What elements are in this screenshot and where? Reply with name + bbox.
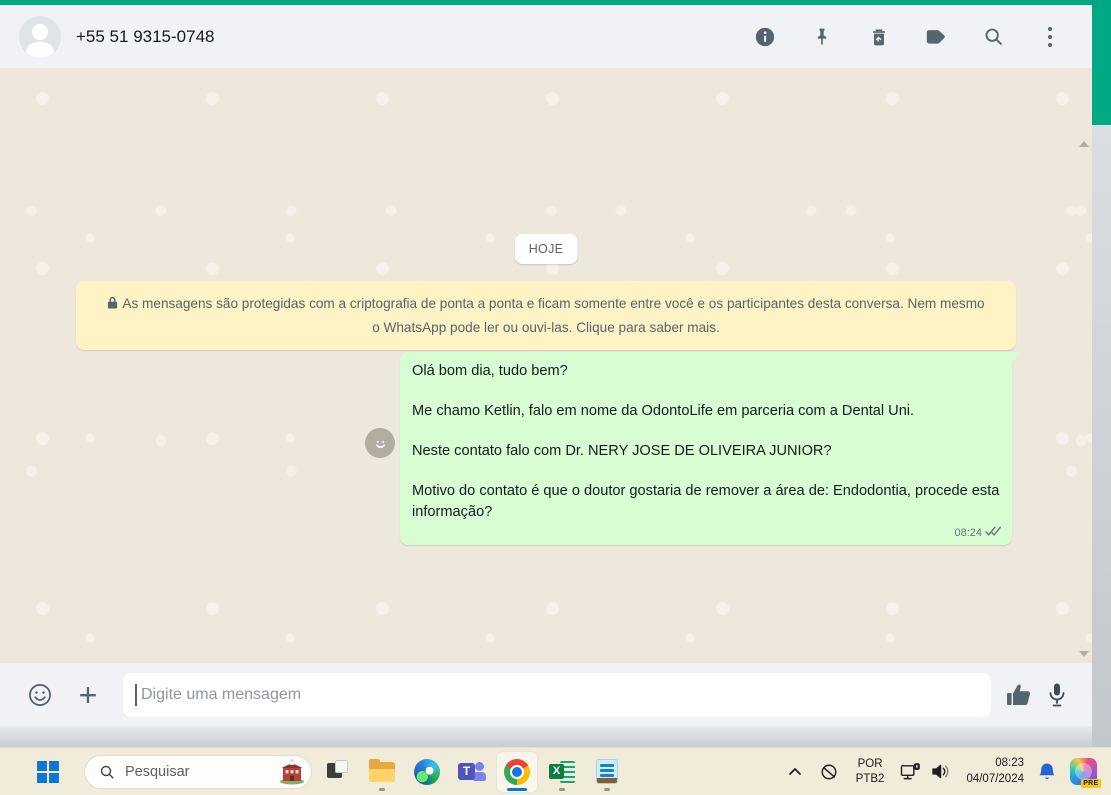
bubble-tail bbox=[1012, 352, 1020, 363]
speaker-icon[interactable] bbox=[931, 763, 952, 780]
message-time: 08:24 bbox=[954, 527, 982, 539]
chrome-button[interactable] bbox=[497, 751, 537, 792]
message-input[interactable] bbox=[123, 672, 991, 717]
task-view-button[interactable] bbox=[317, 752, 357, 792]
chat-header: +55 51 9315-0748 bbox=[0, 5, 1092, 68]
system-tray: POR PTB2 08:23 04/07/2024 PRE bbox=[788, 756, 1103, 788]
message-paragraph: Me chamo Ketlin, falo em nome da OdontoL… bbox=[412, 403, 915, 419]
encryption-notice[interactable]: As mensagens são protegidas com a cripto… bbox=[76, 281, 1016, 350]
window-bottom-edge bbox=[0, 726, 1111, 747]
microphone-icon[interactable] bbox=[1048, 682, 1066, 708]
notepad-button[interactable] bbox=[587, 752, 627, 792]
delete-chat-icon[interactable] bbox=[867, 25, 891, 49]
do-not-disturb-icon[interactable] bbox=[820, 763, 838, 781]
search-icon[interactable] bbox=[981, 25, 1005, 49]
network-icon[interactable] bbox=[900, 762, 921, 781]
file-explorer-button[interactable] bbox=[362, 752, 402, 792]
file-explorer-icon bbox=[369, 758, 395, 782]
chrome-icon bbox=[504, 758, 530, 785]
message-bubble: Olá bom dia, tudo bem? Me chamo Ketlin, … bbox=[400, 352, 1020, 545]
start-button[interactable] bbox=[28, 752, 68, 792]
tray-date: 04/07/2024 bbox=[966, 772, 1024, 785]
label-icon[interactable] bbox=[924, 25, 948, 49]
react-emoji-button[interactable] bbox=[365, 428, 395, 458]
message-input-wrap bbox=[123, 672, 991, 717]
language-indicator[interactable]: POR PTB2 bbox=[856, 757, 885, 787]
tray-chevron-icon[interactable] bbox=[788, 767, 802, 776]
contact-avatar[interactable] bbox=[19, 15, 61, 58]
thumbs-up-icon[interactable] bbox=[1006, 683, 1032, 707]
right-edge-strip bbox=[1092, 125, 1111, 747]
notepad-icon bbox=[596, 759, 618, 784]
excel-icon: X bbox=[549, 760, 575, 784]
scrollbar-down-arrow[interactable] bbox=[1079, 651, 1089, 657]
teams-icon: T bbox=[458, 759, 486, 785]
emoji-picker-icon[interactable] bbox=[27, 682, 53, 708]
attach-plus-icon[interactable]: + bbox=[74, 679, 102, 711]
chat-header-actions bbox=[753, 25, 1062, 49]
menu-kebab-icon[interactable] bbox=[1038, 25, 1062, 49]
copilot-pre-badge: PRE bbox=[1080, 779, 1101, 788]
outgoing-message-row: Olá bom dia, tudo bem? Me chamo Ketlin, … bbox=[365, 352, 1020, 545]
delivered-checkmarks-icon bbox=[985, 526, 1002, 540]
date-divider: HOJE bbox=[514, 234, 578, 264]
windows-logo-icon bbox=[37, 760, 59, 783]
scrollbar-up-arrow[interactable] bbox=[1079, 141, 1089, 147]
chat-scroll-area[interactable]: HOJE As mensagens são protegidas com a c… bbox=[0, 68, 1092, 663]
encryption-notice-text: As mensagens são protegidas com a cripto… bbox=[122, 296, 985, 335]
screen: +55 51 9315-0748 HOJE As mensagens são p… bbox=[0, 0, 1111, 795]
notification-bell-icon[interactable] bbox=[1038, 762, 1056, 782]
right-accent-strip bbox=[1092, 0, 1111, 125]
message-composer: + bbox=[0, 663, 1092, 726]
tray-time: 08:23 bbox=[995, 756, 1024, 769]
info-icon[interactable] bbox=[753, 25, 777, 49]
top-accent-bar bbox=[0, 0, 1111, 5]
clock-date[interactable]: 08:23 04/07/2024 bbox=[966, 756, 1024, 787]
copilot-icon[interactable]: PRE bbox=[1070, 758, 1101, 788]
search-highlight-building-icon[interactable] bbox=[278, 758, 306, 785]
search-magnifier-icon bbox=[99, 764, 115, 780]
contact-phone-title[interactable]: +55 51 9315-0748 bbox=[76, 27, 215, 47]
taskbar-search[interactable]: Pesquisar bbox=[84, 754, 312, 789]
message-meta: 08:24 bbox=[954, 526, 1002, 540]
edge-button[interactable] bbox=[407, 752, 447, 792]
excel-button[interactable]: X bbox=[542, 752, 582, 792]
edge-icon bbox=[414, 758, 440, 785]
search-placeholder-text: Pesquisar bbox=[125, 763, 190, 780]
teams-button[interactable]: T bbox=[452, 752, 492, 792]
text-caret bbox=[135, 683, 137, 706]
message-paragraph: Neste contato falo com Dr. NERY JOSE DE … bbox=[412, 443, 832, 459]
message-paragraph: Olá bom dia, tudo bem? bbox=[412, 363, 568, 379]
windows-taskbar: Pesquisar T X POR PTB2 08:23 04/07/2024 … bbox=[0, 747, 1111, 795]
message-paragraph: Motivo do contato é que o doutor gostari… bbox=[412, 483, 1000, 520]
lock-icon bbox=[107, 293, 118, 316]
pin-icon[interactable] bbox=[810, 25, 834, 49]
